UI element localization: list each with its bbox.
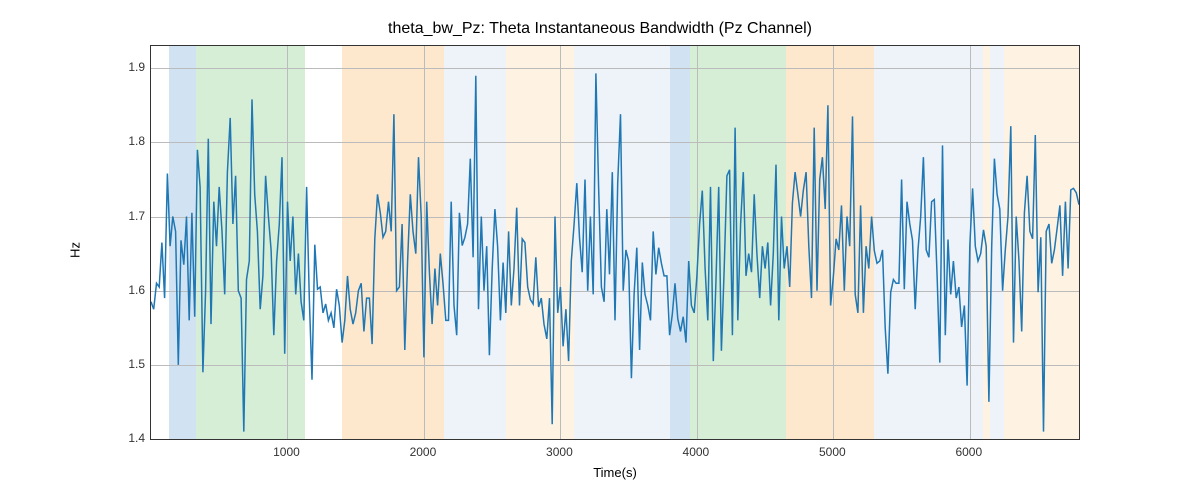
- gridline-horizontal: [151, 439, 1079, 440]
- chart-title: theta_bw_Pz: Theta Instantaneous Bandwid…: [0, 20, 1200, 38]
- x-axis-label: Time(s): [150, 465, 1080, 480]
- y-tick-label: 1.9: [95, 60, 145, 74]
- x-tick-label: 3000: [546, 445, 573, 459]
- x-tick-label: 6000: [955, 445, 982, 459]
- y-tick-label: 1.6: [95, 283, 145, 297]
- y-axis-label: Hz: [68, 242, 83, 258]
- plot-area: [150, 45, 1080, 440]
- y-tick-label: 1.5: [95, 357, 145, 371]
- x-tick-label: 4000: [683, 445, 710, 459]
- x-tick-label: 5000: [819, 445, 846, 459]
- line-series: [151, 46, 1079, 439]
- y-tick-label: 1.7: [95, 209, 145, 223]
- chart-figure: theta_bw_Pz: Theta Instantaneous Bandwid…: [0, 0, 1200, 500]
- y-tick-label: 1.8: [95, 134, 145, 148]
- y-tick-label: 1.4: [95, 431, 145, 445]
- x-tick-label: 1000: [273, 445, 300, 459]
- x-tick-label: 2000: [410, 445, 437, 459]
